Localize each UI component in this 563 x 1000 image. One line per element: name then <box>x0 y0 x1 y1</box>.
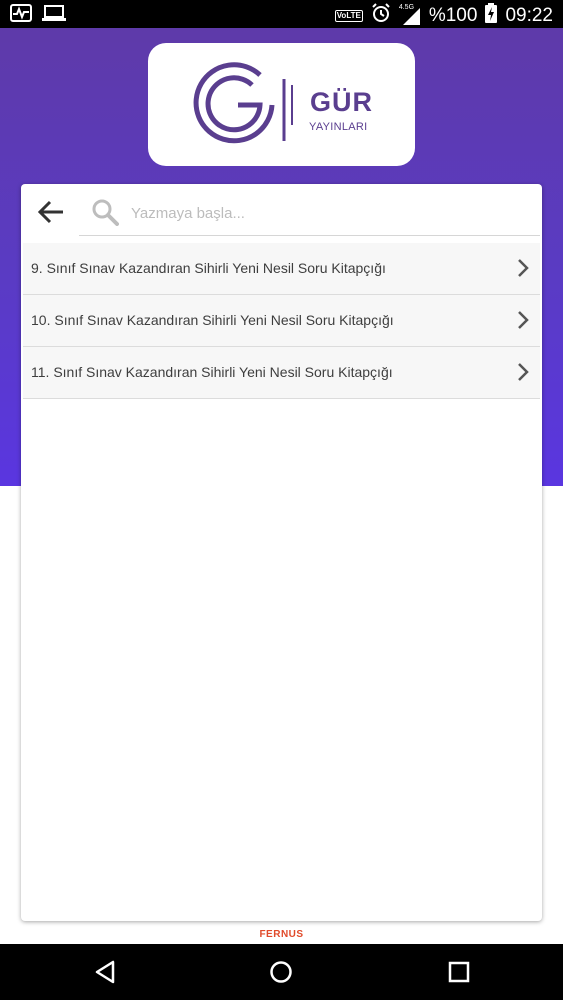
search-bar <box>79 191 540 236</box>
status-bar: VoLTE 4.5G %100 09:22 <box>0 0 563 28</box>
nav-home-button[interactable] <box>266 958 296 986</box>
status-left <box>10 4 66 27</box>
list-item-label: 11. Sınıf Sınav Kazandıran Sihirli Yeni … <box>31 364 393 380</box>
list-item-label: 10. Sınıf Sınav Kazandıran Sihirli Yeni … <box>31 312 394 328</box>
back-button[interactable] <box>33 194 69 230</box>
chevron-right-icon <box>518 311 529 329</box>
footer-brand: FERNUS <box>259 929 304 940</box>
search-icon <box>92 199 119 226</box>
alarm-icon <box>371 3 391 28</box>
content-panel: 9. Sınıf Sınav Kazandıran Sihirli Yeni N… <box>21 184 542 921</box>
brand-name: GÜR <box>310 87 373 117</box>
list-item[interactable]: 10. Sınıf Sınav Kazandıran Sihirli Yeni … <box>23 295 540 347</box>
volte-icon: VoLTE <box>334 9 363 22</box>
nav-home-icon <box>270 961 292 983</box>
arrow-left-icon <box>37 200 63 224</box>
brand-subtitle: YAYINLARI <box>309 121 368 133</box>
nav-recents-icon <box>448 961 470 983</box>
battery-charging-icon <box>485 3 498 28</box>
list-item-label: 9. Sınıf Sınav Kazandıran Sihirli Yeni N… <box>31 260 386 276</box>
status-right: VoLTE 4.5G %100 09:22 <box>334 3 553 28</box>
list-item[interactable]: 11. Sınıf Sınav Kazandıran Sihirli Yeni … <box>23 347 540 399</box>
search-input[interactable] <box>131 200 511 226</box>
nav-recents-button[interactable] <box>444 958 474 986</box>
nav-back-icon <box>95 960 115 984</box>
chevron-right-icon <box>518 259 529 277</box>
nav-back-button[interactable] <box>90 958 120 986</box>
navigation-bar <box>0 944 563 1000</box>
list-item[interactable]: 9. Sınıf Sınav Kazandıran Sihirli Yeni N… <box>23 243 540 295</box>
logo-card: GÜR YAYINLARI <box>148 43 415 166</box>
signal-icon: 4.5G <box>399 4 421 26</box>
battery-text: %100 <box>428 4 478 26</box>
brand-logo-icon <box>193 62 293 144</box>
activity-icon <box>10 4 32 27</box>
clock: 09:22 <box>505 4 553 26</box>
laptop-icon <box>42 4 66 27</box>
book-list: 9. Sınıf Sınav Kazandıran Sihirli Yeni N… <box>23 243 540 399</box>
chevron-right-icon <box>518 363 529 381</box>
